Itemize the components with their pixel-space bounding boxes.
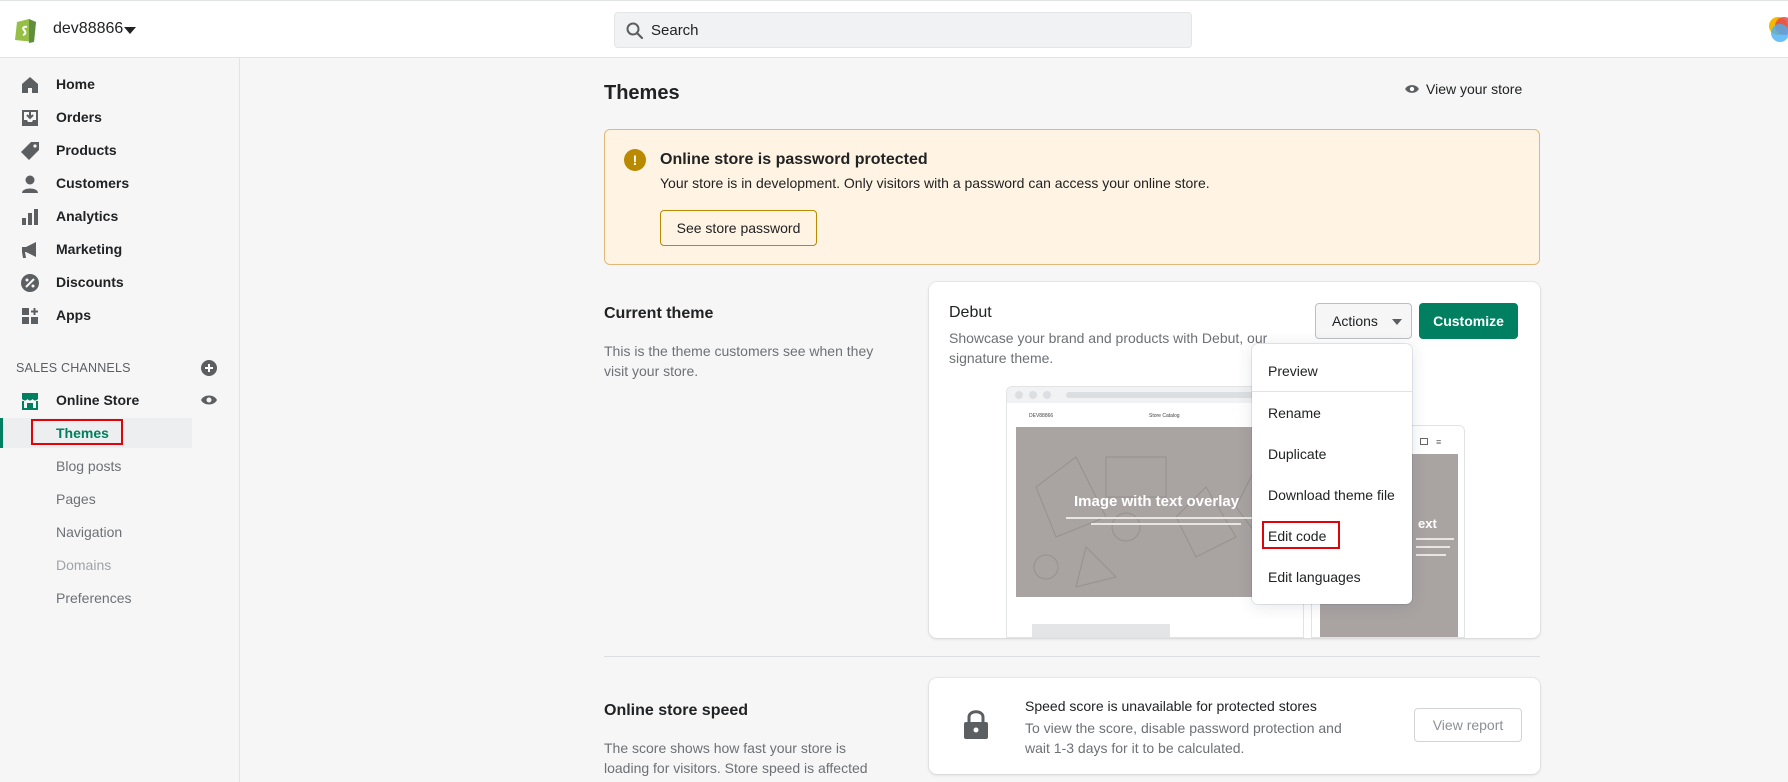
sidebar-item-products[interactable]: Products: [0, 134, 240, 167]
sidebar-subitem-preferences[interactable]: Preferences: [0, 583, 192, 613]
customize-button[interactable]: Customize: [1419, 303, 1518, 339]
speed-card-text: To view the score, disable password prot…: [1025, 720, 1342, 756]
preview-nav-links: Store Catalog: [1149, 413, 1180, 419]
megaphone-icon: [22, 242, 36, 258]
password-banner: ! Online store is password protected You…: [604, 129, 1540, 265]
sidebar-item-label: Online Store: [56, 392, 140, 408]
sidebar: Home Orders Products Customers Analytics…: [0, 58, 240, 782]
preview-store-mark: DEV88866: [1029, 413, 1054, 419]
actions-button[interactable]: Actions: [1315, 303, 1412, 339]
store-icon: [22, 393, 38, 410]
sidebar-item-online-store[interactable]: Online Store: [0, 384, 240, 417]
sidebar-subitem-label: Domains: [56, 557, 112, 573]
page-title: Themes: [604, 82, 680, 104]
orders-icon: [22, 110, 38, 126]
view-store-link[interactable]: View your store: [1404, 81, 1522, 97]
speed-card-title: Speed score is unavailable for protected…: [1025, 698, 1317, 714]
active-indicator: [0, 418, 3, 448]
view-report-button[interactable]: View report: [1414, 708, 1522, 742]
preview-mobile-text: ext: [1418, 516, 1437, 531]
preview-subtext-lines: [1066, 517, 1266, 525]
menu-divider: [1252, 391, 1412, 392]
banner-text: Your store is in development. Only visit…: [660, 175, 1210, 191]
chevron-down-icon: [1392, 319, 1402, 325]
chevron-down-icon[interactable]: [124, 27, 136, 34]
store-name[interactable]: dev88866: [53, 20, 123, 38]
view-store-label: View your store: [1426, 81, 1523, 97]
banner-title: Online store is password protected: [660, 151, 928, 168]
person-icon: [22, 175, 38, 193]
sidebar-subitem-navigation[interactable]: Navigation: [0, 517, 192, 547]
sidebar-subitem-pages[interactable]: Pages: [0, 484, 192, 514]
avatar[interactable]: [1766, 14, 1788, 44]
search-input[interactable]: Search: [614, 12, 1192, 48]
shopify-logo-icon[interactable]: [12, 14, 40, 44]
preview-mobile-lines: [1416, 538, 1454, 556]
theme-description: Showcase your brand and products with De…: [949, 330, 1268, 366]
online-store-speed-heading: Online store speed: [604, 702, 749, 719]
sidebar-item-analytics[interactable]: Analytics: [0, 200, 240, 233]
menu-item-rename[interactable]: Rename: [1268, 405, 1321, 421]
sidebar-item-label: Orders: [56, 109, 102, 125]
preview-hero-text: Image with text overlay: [1074, 493, 1240, 510]
sidebar-item-label: Apps: [56, 307, 91, 323]
speed-card: Speed score is unavailable for protected…: [929, 678, 1540, 774]
current-theme-description: This is the theme customers see when the…: [604, 343, 874, 379]
sidebar-item-label: Marketing: [56, 241, 123, 257]
bar-chart-icon: [22, 209, 38, 225]
search-placeholder: Search: [651, 22, 699, 39]
menu-icon: ≡: [1436, 437, 1442, 447]
search-icon: [626, 22, 644, 40]
lock-icon: [964, 710, 988, 739]
sidebar-subitem-domains[interactable]: Domains: [0, 550, 192, 580]
menu-item-duplicate[interactable]: Duplicate: [1268, 446, 1326, 462]
window-dot: [1043, 391, 1051, 399]
window-dot: [1015, 391, 1023, 399]
sidebar-subitem-label: Navigation: [56, 524, 123, 540]
current-theme-heading: Current theme: [604, 305, 714, 322]
tag-icon: [21, 142, 39, 160]
discount-icon: [21, 274, 39, 292]
sidebar-item-label: Products: [56, 142, 117, 158]
section-divider: [604, 656, 1540, 657]
sidebar-item-discounts[interactable]: Discounts: [0, 266, 240, 299]
sidebar-item-home[interactable]: Home: [0, 68, 240, 101]
sidebar-subitem-label: Blog posts: [56, 458, 122, 474]
sidebar-item-label: Analytics: [56, 208, 119, 224]
sidebar-item-label: Customers: [56, 175, 130, 191]
see-store-password-button[interactable]: See store password: [660, 210, 817, 246]
highlight-box: [31, 419, 123, 445]
url-bar: [1066, 392, 1266, 398]
sidebar-item-label: Home: [56, 76, 95, 92]
sidebar-item-label: Discounts: [56, 274, 124, 290]
warning-icon: !: [624, 149, 646, 171]
menu-item-edit-languages[interactable]: Edit languages: [1268, 569, 1361, 585]
sidebar-subitem-label: Pages: [56, 491, 96, 507]
current-theme-card: Debut Showcase your brand and products w…: [929, 282, 1540, 638]
highlight-box: [1262, 521, 1340, 549]
add-circle-icon[interactable]: [200, 359, 218, 377]
theme-name: Debut: [949, 304, 992, 321]
top-bar: dev88866 Search: [0, 0, 1788, 58]
eye-icon: [1405, 85, 1419, 93]
menu-item-download-theme-file[interactable]: Download theme file: [1268, 487, 1395, 503]
sidebar-item-apps[interactable]: Apps: [0, 299, 240, 332]
window-dot: [1029, 391, 1037, 399]
eye-icon[interactable]: [200, 393, 218, 407]
online-store-speed-description: The score shows how fast your store is l…: [604, 740, 868, 782]
menu-item-preview[interactable]: Preview: [1268, 363, 1318, 379]
sales-channels-heading: SALES CHANNELS: [16, 361, 131, 375]
preview-footer-block: [1032, 624, 1170, 637]
home-icon: [22, 77, 38, 93]
sidebar-item-customers[interactable]: Customers: [0, 167, 240, 200]
sidebar-subitem-blog-posts[interactable]: Blog posts: [0, 451, 192, 481]
sidebar-subitem-label: Preferences: [56, 590, 132, 606]
actions-label: Actions: [1332, 313, 1378, 329]
home-icon: [1420, 438, 1428, 445]
sidebar-item-orders[interactable]: Orders: [0, 101, 240, 134]
apps-icon: [22, 308, 38, 324]
actions-menu: Preview Rename Duplicate Download theme …: [1252, 344, 1412, 604]
sidebar-item-marketing[interactable]: Marketing: [0, 233, 240, 266]
